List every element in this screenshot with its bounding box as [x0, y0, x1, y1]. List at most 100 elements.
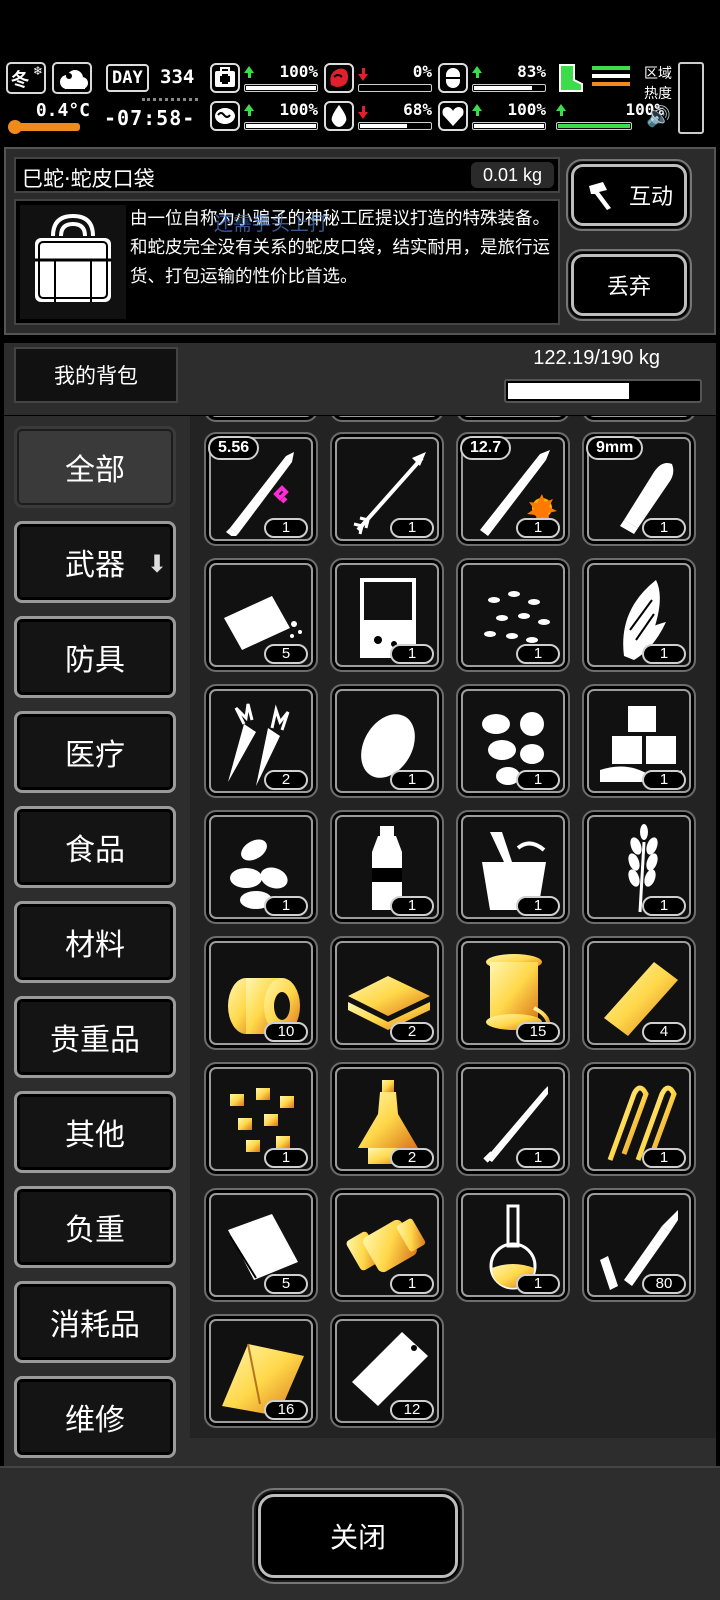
weather-box [52, 62, 92, 94]
health-bar [244, 84, 318, 92]
close-button[interactable]: 关闭 [258, 1494, 458, 1578]
item-slot[interactable]: 1 [456, 1062, 570, 1176]
stat-immunity: 83% [438, 62, 548, 96]
item-icon-frame [20, 205, 126, 319]
stamina-bar-fill [558, 124, 630, 128]
item-slot[interactable]: 1 [582, 1062, 696, 1176]
item-slot[interactable]: 12.7 1 [456, 432, 570, 546]
item-slot[interactable]: 1 [582, 810, 696, 924]
interact-button[interactable]: 互动 [571, 164, 687, 226]
category-tab-9[interactable]: 消耗品 [14, 1281, 176, 1363]
immunity-bar-fill [474, 86, 532, 90]
caliber-badge: 12.7 [460, 436, 512, 460]
category-tab-0[interactable]: 全部 [14, 426, 176, 508]
item-slot[interactable]: 5 [204, 558, 318, 672]
stamina-bar [556, 122, 632, 130]
season-label: 冬 [11, 70, 29, 91]
item-detail-box: 由一位自称为小骗子的神秘工匠提议打造的特殊装备。和蛇皮完全没有关系的蛇皮口袋，结… [14, 199, 560, 325]
bag-header: 我的背包 122.19/190 kg [4, 343, 716, 415]
bag-capacity-fill [508, 383, 629, 399]
stat-hunger: 0% [324, 62, 434, 96]
item-slot[interactable]: 1 [456, 684, 570, 798]
item-slot[interactable]: 2 [330, 936, 444, 1050]
item-slot[interactable]: 1 [204, 1062, 318, 1176]
item-slot[interactable]: 1 [330, 1188, 444, 1302]
item-slot[interactable]: 1 [330, 684, 444, 798]
item-slot[interactable]: 1 [330, 558, 444, 672]
item-slot[interactable]: 4 [582, 936, 696, 1050]
item-count: 1 [390, 770, 434, 790]
item-count: 1 [642, 644, 686, 664]
item-slot-partial[interactable] [456, 416, 570, 422]
item-slot[interactable]: 2 [204, 684, 318, 798]
sanity-bar [244, 122, 318, 130]
item-slot[interactable]: 1 [456, 810, 570, 924]
close-label: 关闭 [329, 1521, 386, 1554]
category-label: 贵重品 [50, 1023, 140, 1058]
item-slot[interactable]: 5 [204, 1188, 318, 1302]
item-slot[interactable]: 1 [582, 558, 696, 672]
category-tab-7[interactable]: 其他 [14, 1091, 176, 1173]
category-tab-10[interactable]: 维修 [14, 1376, 176, 1458]
item-name-bar: 巳蛇·蛇皮口袋 0.01 kg [14, 157, 560, 193]
temperature-readout: 0.4°C [6, 100, 94, 134]
clock-time: -07:58- [104, 106, 196, 130]
item-weight: 0.01 kg [470, 162, 554, 188]
category-label: 其他 [65, 1118, 125, 1153]
item-slot[interactable]: 16 [204, 1314, 318, 1428]
item-name: 巳蛇·蛇皮口袋 [22, 167, 155, 191]
item-slot[interactable]: 80 [582, 1188, 696, 1302]
item-slot[interactable]: 1 [456, 558, 570, 672]
item-count: 15 [516, 1022, 560, 1042]
item-slot[interactable]: 12 [330, 1314, 444, 1428]
sanity-value: 100% [279, 100, 318, 119]
thirst-icon [324, 101, 354, 131]
item-slot-partial[interactable] [204, 416, 318, 422]
item-count: 80 [642, 1274, 686, 1294]
item-slot[interactable]: 1 [582, 684, 696, 798]
category-tab-1[interactable]: 武器 ⬇ [14, 521, 176, 603]
hammer-icon [588, 182, 611, 210]
item-grid[interactable]: 5.56 1 1 12.7 1 9mm 1 5 1 1 1 2 1 1 1 1 1 1 1 10 2 15 4 1 2 1 1 5 1 1… [190, 416, 716, 1438]
thirst-value: 68% [403, 100, 432, 119]
item-slot[interactable]: 5.56 1 [204, 432, 318, 546]
sanity-bar-fill [246, 124, 316, 128]
category-tab-5[interactable]: 材料 [14, 901, 176, 983]
sanity-icon [210, 101, 240, 131]
item-slot-partial[interactable] [582, 416, 696, 422]
category-label: 负重 [65, 1213, 125, 1248]
time-ticks [142, 98, 198, 102]
stat-thirst: 68% [324, 100, 434, 134]
season-box: 冬 ❄ [6, 62, 46, 94]
item-info-panel: 巳蛇·蛇皮口袋 0.01 kg 由一位自称为小骗子的神秘工匠提议打造的特殊装备。… [4, 147, 716, 335]
zone-heat-label: 区域热度 [644, 66, 672, 102]
item-slot[interactable]: 1 [204, 810, 318, 924]
discard-button[interactable]: 丢弃 [571, 254, 687, 316]
item-slot[interactable]: 15 [456, 936, 570, 1050]
zone-heat[interactable]: 区域热度 🔊 [642, 62, 674, 132]
hunger-trend-down-icon [358, 68, 368, 81]
status-bar: 冬 ❄ 0.4°C DAY 334 -07:58- 100% 0% 83% 100% 6… [0, 58, 720, 138]
category-list[interactable]: 全部武器 ⬇ 防具医疗食品材料贵重品其他负重消耗品维修 [4, 416, 190, 1466]
item-slot[interactable]: 9mm 1 [582, 432, 696, 546]
item-slot[interactable]: 1 [330, 432, 444, 546]
item-slot[interactable]: 10 [204, 936, 318, 1050]
item-count: 1 [516, 770, 560, 790]
item-slot[interactable]: 2 [330, 1062, 444, 1176]
item-count: 5 [264, 1274, 308, 1294]
category-tab-4[interactable]: 食品 [14, 806, 176, 888]
category-tab-2[interactable]: 防具 [14, 616, 176, 698]
item-slot-partial[interactable] [330, 416, 444, 422]
category-label: 维修 [65, 1403, 125, 1438]
category-tab-8[interactable]: 负重 [14, 1186, 176, 1268]
category-tab-3[interactable]: 医疗 [14, 711, 176, 793]
boot-icon [559, 64, 583, 92]
item-count: 2 [390, 1148, 434, 1168]
category-label: 食品 [65, 833, 125, 868]
item-count: 2 [390, 1022, 434, 1042]
category-tab-6[interactable]: 贵重品 [14, 996, 176, 1078]
item-slot[interactable]: 1 [330, 810, 444, 924]
item-slot[interactable]: 1 [456, 1188, 570, 1302]
thirst-bar [358, 122, 432, 130]
item-count: 16 [264, 1400, 308, 1420]
